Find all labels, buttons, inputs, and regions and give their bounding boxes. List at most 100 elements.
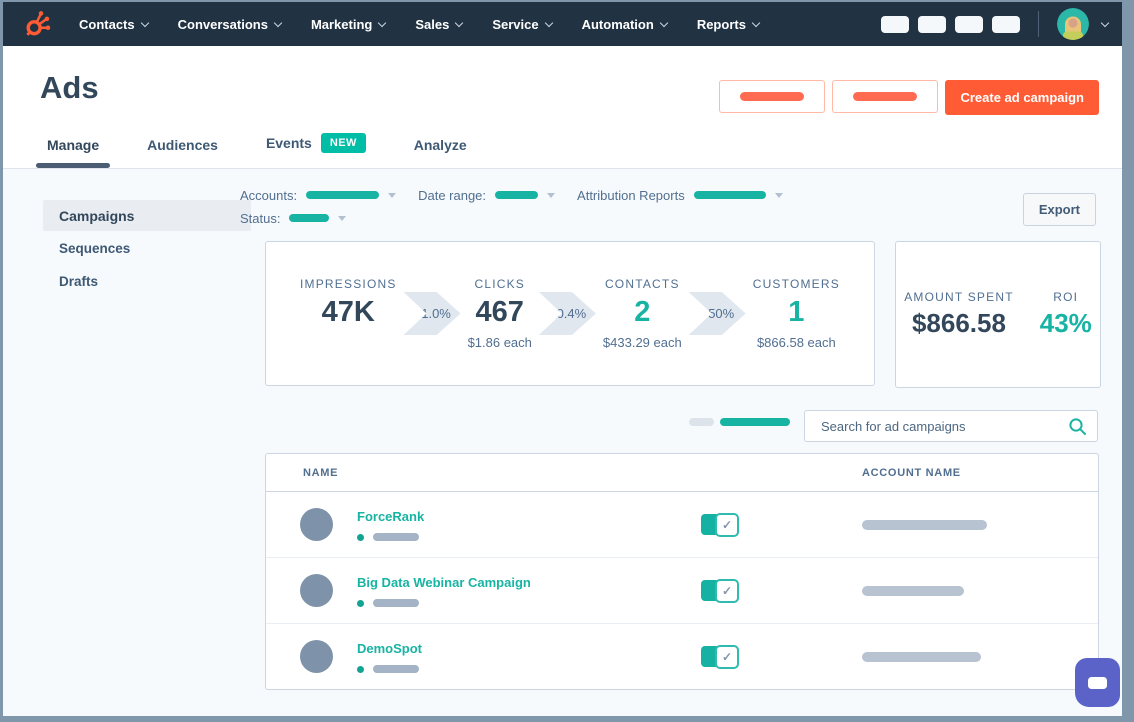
status-text-redacted	[373, 665, 419, 673]
toggle-check-icon	[715, 513, 739, 537]
table-legend	[689, 418, 790, 426]
toggle-check-icon	[715, 645, 739, 669]
tab-manage[interactable]: Manage	[47, 137, 99, 168]
attribution-value-redacted	[694, 191, 766, 199]
nav-icon-placeholder[interactable]	[918, 16, 946, 33]
tab-audiences[interactable]: Audiences	[147, 137, 218, 168]
table-row: DemoSpot	[266, 624, 1098, 689]
tab-analyze[interactable]: Analyze	[414, 137, 467, 168]
nav-item-reports[interactable]: Reports	[697, 17, 759, 32]
search-input[interactable]	[819, 418, 1068, 435]
filter-bar: Accounts: Date range: Attribution Report…	[240, 187, 783, 226]
campaign-name-link[interactable]: Big Data Webinar Campaign	[357, 575, 531, 590]
main-content: Campaigns Sequences Drafts Accounts: Dat…	[3, 169, 1122, 716]
page-tabs: Manage Audiences Events NEW Analyze	[47, 133, 467, 168]
funnel-arrow-icon: 1.0%	[404, 292, 461, 335]
app-window: Contacts Conversations Marketing Sales S…	[3, 2, 1122, 716]
metric-contacts: CONTACTS 2 $433.29 each	[603, 277, 682, 349]
secondary-action-button-redacted[interactable]	[719, 80, 825, 113]
nav-item-conversations[interactable]: Conversations	[178, 17, 281, 32]
metric-roi: ROI 43%	[1040, 290, 1092, 339]
table-row: Big Data Webinar Campaign	[266, 558, 1098, 624]
campaign-status-toggle[interactable]	[701, 579, 739, 603]
nav-item-automation[interactable]: Automation	[582, 17, 667, 32]
sidebar-item-campaigns[interactable]: Campaigns	[43, 200, 251, 231]
new-badge: NEW	[321, 133, 366, 153]
nav-icon-placeholder[interactable]	[881, 16, 909, 33]
account-name-redacted	[862, 652, 981, 662]
campaign-status-toggle[interactable]	[701, 645, 739, 669]
metric-customers: CUSTOMERS 1 $866.58 each	[753, 277, 840, 349]
nav-menu: Contacts Conversations Marketing Sales S…	[79, 17, 759, 32]
attribution-reports-dropdown[interactable]: Attribution Reports	[577, 188, 783, 203]
funnel-arrow-icon: 50%	[689, 292, 746, 335]
column-header-account-name: ACCOUNT NAME	[862, 467, 961, 479]
dropdown-triangle-icon	[547, 193, 555, 198]
date-range-value-redacted	[495, 191, 538, 199]
campaign-search	[804, 410, 1098, 442]
nav-icon-placeholder[interactable]	[992, 16, 1020, 33]
accounts-filter-value-redacted	[306, 191, 379, 199]
dropdown-triangle-icon	[775, 193, 783, 198]
account-chevron-down-icon[interactable]	[1101, 18, 1109, 26]
campaign-avatar	[300, 508, 333, 541]
table-header-row: NAME ACCOUNT NAME	[266, 454, 1098, 492]
table-row: ForceRank	[266, 492, 1098, 558]
campaign-name-link[interactable]: DemoSpot	[357, 641, 422, 656]
status-text-redacted	[373, 599, 419, 607]
accounts-filter-dropdown[interactable]: Accounts:	[240, 188, 396, 203]
nav-item-contacts[interactable]: Contacts	[79, 17, 148, 32]
campaigns-table: NAME ACCOUNT NAME ForceRank	[265, 453, 1099, 690]
active-tab-underline	[36, 163, 110, 168]
sidebar-item-sequences[interactable]: Sequences	[43, 233, 251, 264]
chevron-down-icon	[378, 18, 386, 26]
status-text-redacted	[373, 533, 419, 541]
account-name-redacted	[862, 520, 987, 530]
status-value-redacted	[289, 214, 329, 222]
nav-item-sales[interactable]: Sales	[415, 17, 462, 32]
funnel-metrics-card: IMPRESSIONS 47K 1.0% CLICKS 467 $1.86 ea…	[265, 241, 875, 386]
search-icon[interactable]	[1068, 417, 1087, 436]
chat-bubble-icon	[1088, 677, 1107, 689]
legend-pill-teal	[720, 418, 790, 426]
column-header-name: NAME	[303, 467, 862, 479]
nav-utilities	[881, 8, 1108, 40]
export-button[interactable]: Export	[1023, 193, 1096, 226]
legend-pill-gray	[689, 418, 714, 426]
tab-events[interactable]: Events NEW	[266, 133, 366, 168]
sidebar-item-drafts[interactable]: Drafts	[43, 266, 251, 297]
account-name-redacted	[862, 586, 964, 596]
metric-impressions: IMPRESSIONS 47K	[300, 277, 397, 349]
chat-widget-button[interactable]	[1075, 658, 1120, 707]
secondary-action-button-redacted[interactable]	[832, 80, 938, 113]
header-actions: Create ad campaign	[719, 80, 1099, 115]
nav-item-marketing[interactable]: Marketing	[311, 17, 385, 32]
top-navigation: Contacts Conversations Marketing Sales S…	[3, 2, 1122, 46]
redacted-label-bar	[853, 92, 917, 101]
redacted-label-bar	[740, 92, 804, 101]
status-dot-icon	[357, 534, 364, 541]
nav-item-service[interactable]: Service	[492, 17, 551, 32]
create-ad-campaign-button[interactable]: Create ad campaign	[945, 80, 1099, 115]
chevron-down-icon	[140, 18, 148, 26]
spend-roi-card: AMOUNT SPENT $866.58 ROI 43%	[895, 241, 1101, 388]
status-dot-icon	[357, 666, 364, 673]
toggle-check-icon	[715, 579, 739, 603]
nav-divider	[1038, 11, 1039, 37]
date-range-filter-dropdown[interactable]: Date range:	[418, 188, 555, 203]
user-avatar[interactable]	[1057, 8, 1089, 40]
campaign-avatar	[300, 640, 333, 673]
chevron-down-icon	[274, 18, 282, 26]
hubspot-logo-icon[interactable]	[19, 6, 55, 42]
campaign-avatar	[300, 574, 333, 607]
chevron-down-icon	[544, 18, 552, 26]
campaign-status-toggle[interactable]	[701, 513, 739, 537]
page-header: Ads Create ad campaign Manage Audiences …	[3, 46, 1122, 169]
status-filter-dropdown[interactable]: Status:	[240, 211, 346, 226]
nav-icon-placeholder[interactable]	[955, 16, 983, 33]
campaign-name-link[interactable]: ForceRank	[357, 509, 424, 524]
metric-clicks: CLICKS 467 $1.86 each	[468, 277, 532, 349]
chevron-down-icon	[455, 18, 463, 26]
sidebar: Campaigns Sequences Drafts	[43, 200, 251, 299]
chevron-down-icon	[660, 18, 668, 26]
